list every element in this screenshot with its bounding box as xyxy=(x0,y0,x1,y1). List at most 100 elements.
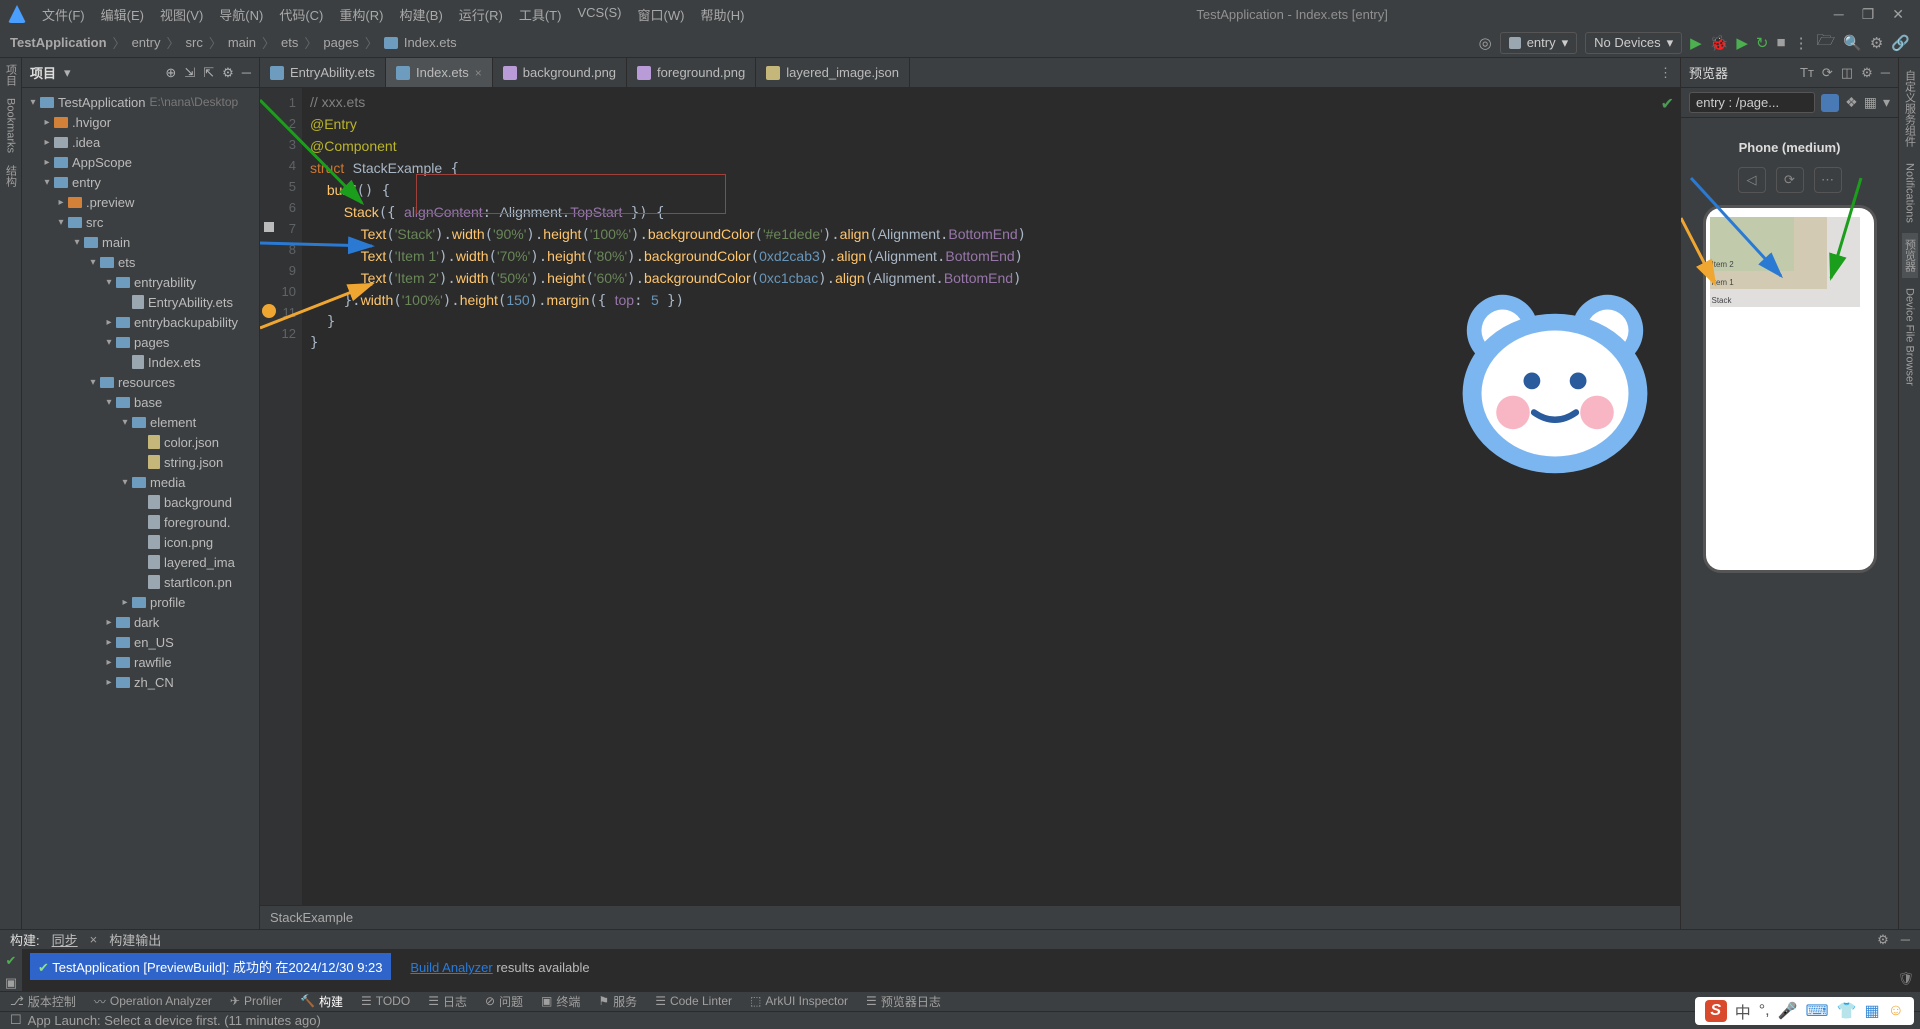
tree-item[interactable]: ▾pages xyxy=(22,332,259,352)
menu-运行(R)[interactable]: 运行(R) xyxy=(453,3,509,26)
tree-item[interactable]: ▾media xyxy=(22,472,259,492)
collapse-all-icon[interactable]: ⇱ xyxy=(203,65,214,81)
device-rotate-button[interactable]: ⟳ xyxy=(1776,167,1804,193)
previewer-tab[interactable]: 预览器 xyxy=(1902,233,1918,278)
bottom-tool-Profiler[interactable]: ✈Profiler xyxy=(230,994,282,1008)
inspection-ok-icon[interactable]: ✔ xyxy=(1661,94,1674,114)
preview-tt-icon[interactable]: Tт xyxy=(1800,65,1814,80)
sync-tab[interactable]: 同步 xyxy=(52,930,78,949)
run-config-dropdown[interactable]: entry▾ xyxy=(1500,32,1577,54)
breadcrumb-item[interactable]: TestApplication xyxy=(10,35,107,50)
preview-3d-icon[interactable] xyxy=(1821,94,1839,112)
tree-item[interactable]: icon.png xyxy=(22,532,259,552)
tree-item[interactable]: ▾src xyxy=(22,212,259,232)
build-output[interactable]: ✔ TestApplication [PreviewBuild]: 成功的 在2… xyxy=(22,949,1920,991)
tree-item[interactable]: ▾ets xyxy=(22,252,259,272)
tree-item[interactable]: ▸AppScope xyxy=(22,152,259,172)
tree-item[interactable]: Index.ets xyxy=(22,352,259,372)
ime-mode-icon[interactable]: 中 xyxy=(1735,999,1751,1023)
tree-item[interactable]: ▾entry xyxy=(22,172,259,192)
bottom-tool-问题[interactable]: ⊘问题 xyxy=(485,993,523,1010)
minimize-button[interactable]: ─ xyxy=(1834,6,1844,23)
target-icon[interactable]: ◎ xyxy=(1479,34,1492,52)
custom-components-tab[interactable]: 自定义服务组件 xyxy=(1902,64,1918,153)
project-tool-tab[interactable]: 项目 xyxy=(3,64,19,86)
share-icon[interactable]: 🗁 xyxy=(1817,30,1836,55)
bottom-tool-终端[interactable]: ▣终端 xyxy=(541,993,580,1010)
expand-all-icon[interactable]: ⇲ xyxy=(184,65,195,81)
breadcrumb-item[interactable]: Index.ets xyxy=(404,35,457,50)
editor-body[interactable]: 123456789101112 // xxx.ets @Entry @Compo… xyxy=(260,88,1680,905)
code-editor[interactable]: // xxx.ets @Entry @Component struct Stac… xyxy=(302,88,1680,905)
select-opened-file-icon[interactable]: ⊕ xyxy=(165,65,176,81)
tree-item[interactable]: ▸.idea xyxy=(22,132,259,152)
tree-item[interactable]: ▾element xyxy=(22,412,259,432)
run-button[interactable]: ▶ xyxy=(1690,34,1702,52)
panel-settings-icon[interactable]: ⚙ xyxy=(222,65,234,81)
tree-item[interactable]: ▾entryability xyxy=(22,272,259,292)
link-icon[interactable]: 🔗 xyxy=(1891,34,1910,52)
tree-item[interactable]: ▸.hvigor xyxy=(22,112,259,132)
bookmarks-tool-tab[interactable]: Bookmarks xyxy=(5,98,17,153)
tree-item[interactable]: layered_ima xyxy=(22,552,259,572)
build-settings-icon[interactable]: ⚙ xyxy=(1877,932,1889,948)
rerun-button[interactable]: ↻ xyxy=(1756,34,1769,52)
breadcrumb-item[interactable]: pages xyxy=(323,35,358,50)
menu-构建(B)[interactable]: 构建(B) xyxy=(393,3,448,26)
bottom-tool-构建[interactable]: 🔨构建 xyxy=(300,993,343,1010)
ime-skin-icon[interactable]: ⌨ xyxy=(1806,1001,1829,1021)
structure-tool-tab[interactable]: 结构 xyxy=(3,165,19,187)
tree-item[interactable]: background xyxy=(22,492,259,512)
project-panel-dropdown[interactable]: ▾ xyxy=(64,65,71,81)
editor-breadcrumb[interactable]: StackExample xyxy=(260,905,1680,929)
menu-编辑(E)[interactable]: 编辑(E) xyxy=(95,3,150,26)
preview-more-icon[interactable]: ▾ xyxy=(1883,94,1890,111)
editor-tab[interactable]: foreground.png xyxy=(627,58,756,87)
breadcrumb-item[interactable]: src xyxy=(185,35,202,50)
breadcrumb-item[interactable]: ets xyxy=(281,35,298,50)
bottom-tool-预览器日志[interactable]: ☰预览器日志 xyxy=(866,993,941,1010)
preview-entry-dropdown[interactable]: entry : /page... xyxy=(1689,92,1815,113)
maximize-button[interactable]: ❐ xyxy=(1862,6,1875,23)
build-hide-icon[interactable]: ─ xyxy=(1901,932,1910,947)
ime-punct-icon[interactable]: °, xyxy=(1759,1002,1770,1020)
menu-重构(R)[interactable]: 重构(R) xyxy=(333,3,389,26)
device-file-browser-tab[interactable]: Device File Browser xyxy=(1904,282,1916,392)
device-back-button[interactable]: ◁ xyxy=(1738,167,1766,193)
more-run-icon[interactable]: ⋮ xyxy=(1794,34,1809,52)
sync-close[interactable]: × xyxy=(90,932,98,947)
menu-视图(V)[interactable]: 视图(V) xyxy=(154,3,209,26)
tree-item[interactable]: EntryAbility.ets xyxy=(22,292,259,312)
tree-item[interactable]: startIcon.pn xyxy=(22,572,259,592)
menu-代码(C)[interactable]: 代码(C) xyxy=(273,3,329,26)
tree-item[interactable]: ▸zh_CN xyxy=(22,672,259,692)
preview-hide-icon[interactable]: ─ xyxy=(1881,65,1890,80)
build-filter-icon[interactable]: ▣ xyxy=(5,975,17,991)
hide-panel-icon[interactable]: ─ xyxy=(242,65,251,80)
tree-item[interactable]: ▸entrybackupability xyxy=(22,312,259,332)
ime-toolbox-icon[interactable]: ▦ xyxy=(1865,1001,1880,1021)
tabs-more-icon[interactable]: ⋮ xyxy=(1659,65,1672,81)
editor-tab[interactable]: background.png xyxy=(493,58,627,87)
build-output-tab[interactable]: 构建输出 xyxy=(109,930,161,949)
bottom-tool-TODO[interactable]: ☰TODO xyxy=(361,994,410,1008)
notifications-tab[interactable]: Notifications xyxy=(1904,157,1916,229)
admin-shield-icon[interactable]: 🛡 xyxy=(1897,971,1914,987)
preview-refresh-icon[interactable]: ⟳ xyxy=(1822,65,1833,81)
bottom-tool-版本控制[interactable]: ⎇版本控制 xyxy=(10,993,76,1010)
project-tree[interactable]: ▾TestApplicationE:\nana\Desktop▸.hvigor▸… xyxy=(22,88,259,929)
editor-tab[interactable]: layered_image.json xyxy=(756,58,910,87)
menu-工具(T)[interactable]: 工具(T) xyxy=(513,3,568,26)
preview-settings-icon[interactable]: ⚙ xyxy=(1861,65,1873,81)
settings-icon[interactable]: ⚙ xyxy=(1870,34,1883,52)
menu-导航(N)[interactable]: 导航(N) xyxy=(213,3,269,26)
device-more-button[interactable]: ⋯ xyxy=(1814,167,1842,193)
tree-item[interactable]: string.json xyxy=(22,452,259,472)
bottom-tool-Code Linter[interactable]: ☰Code Linter xyxy=(655,994,732,1008)
ime-smile-icon[interactable]: ☺ xyxy=(1888,1002,1904,1020)
tree-item[interactable]: ▸profile xyxy=(22,592,259,612)
tree-item[interactable]: ▾resources xyxy=(22,372,259,392)
bottom-tool-日志[interactable]: ☰日志 xyxy=(428,993,467,1010)
bottom-tool-ArkUI Inspector[interactable]: ⬚ArkUI Inspector xyxy=(750,994,848,1008)
tree-item[interactable]: ▾main xyxy=(22,232,259,252)
